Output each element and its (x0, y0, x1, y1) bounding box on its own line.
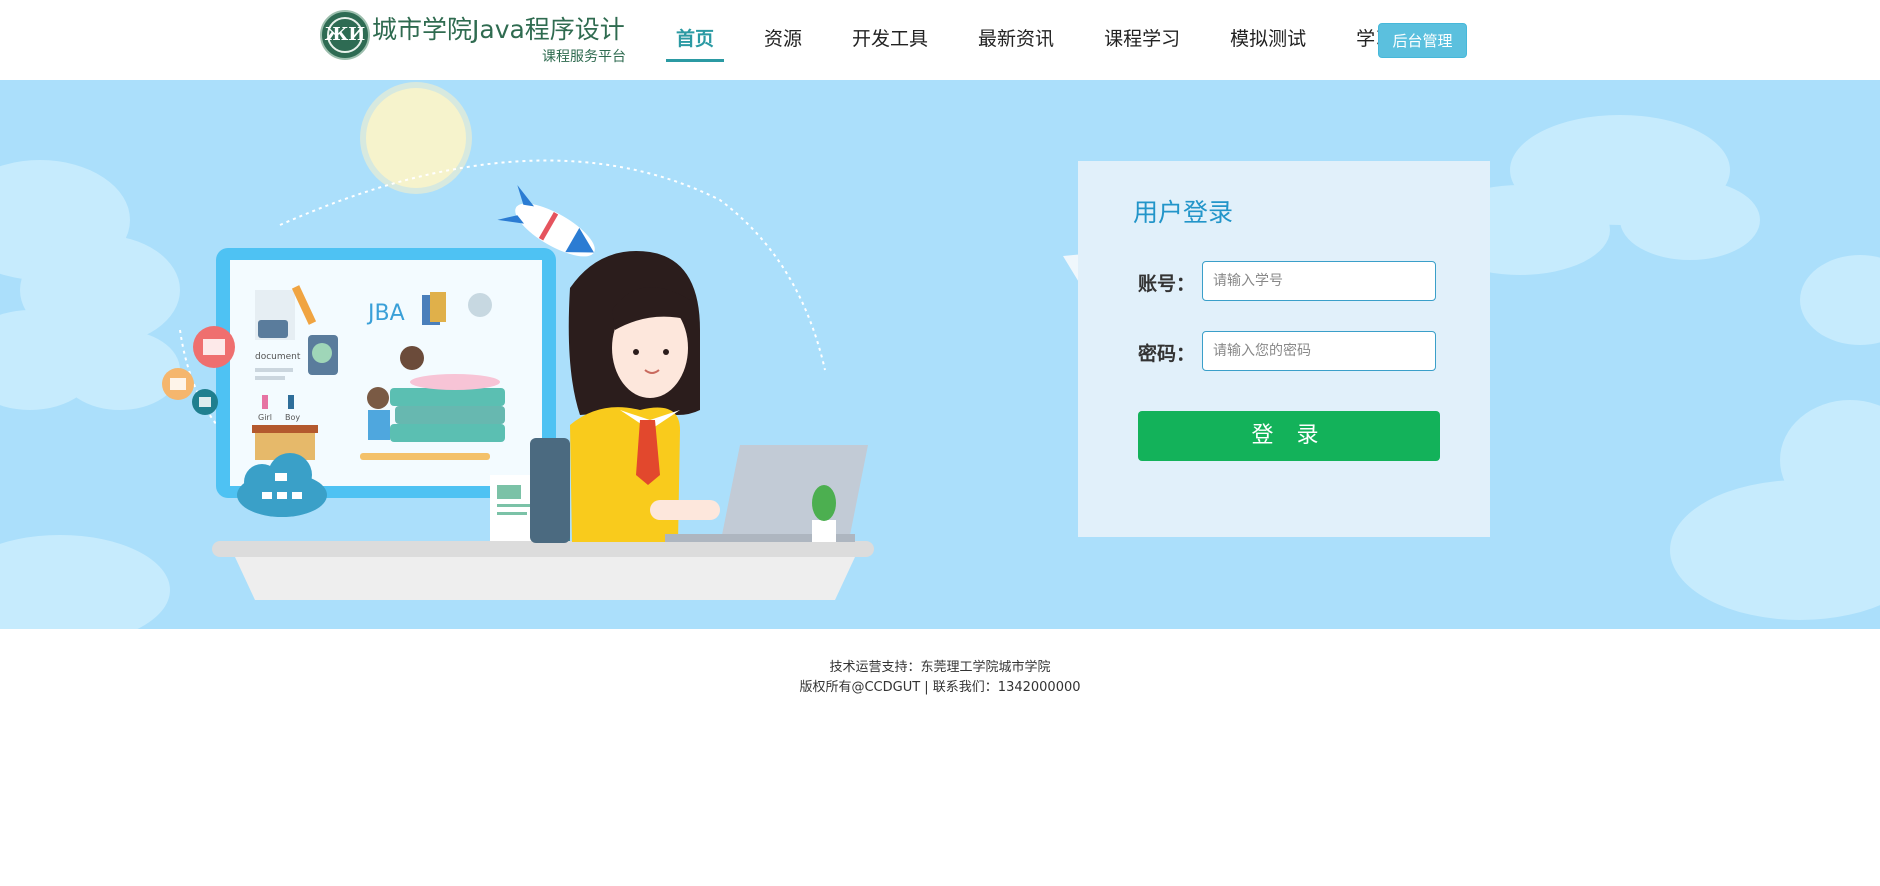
board-java-text: JBA (366, 301, 405, 326)
password-label: 密码： (1138, 343, 1196, 365)
admin-button[interactable]: 后台管理 (1378, 23, 1467, 58)
nav-news[interactable]: 最新资讯 (968, 22, 1064, 62)
account-label: 账号： (1138, 273, 1196, 295)
login-button[interactable]: 登 录 (1138, 411, 1440, 461)
site-header: ЖИ 城市学院Java程序设计 课程服务平台 首页 资源 开发工具 最新资讯 课… (0, 0, 1880, 80)
hero-banner: JBA document Girl Boy (0, 80, 1880, 629)
main-nav: 首页 资源 开发工具 最新资讯 课程学习 模拟测试 学习讨论 (666, 22, 1472, 62)
site-subtitle: 课程服务平台 (542, 49, 626, 65)
girl-label: Girl (258, 413, 272, 422)
board-book-text: document (255, 352, 301, 362)
plant-pot-icon (812, 520, 836, 542)
student-girl-illustration (568, 251, 720, 542)
site-footer: 技术运营支持：东莞理工学院城市学院 版权所有@CCDGUT | 联系我们：134… (0, 658, 1880, 698)
desk (212, 541, 874, 557)
school-seal-icon: ЖИ (320, 10, 370, 60)
nav-resources[interactable]: 资源 (754, 22, 812, 62)
laptop-icon (722, 445, 868, 535)
footer-copyright-text: 版权所有@CCDGUT | 联系我们：1342000000 (799, 680, 1081, 695)
nav-dev-tools[interactable]: 开发工具 (842, 22, 938, 62)
site-logo[interactable]: ЖИ 城市学院Java程序设计 课程服务平台 (320, 8, 630, 72)
nav-home[interactable]: 首页 (666, 22, 725, 62)
nav-mock-test[interactable]: 模拟测试 (1220, 22, 1316, 62)
sun-icon (366, 88, 466, 188)
account-input[interactable] (1202, 261, 1436, 301)
password-input[interactable] (1202, 331, 1436, 371)
site-title: 城市学院Java程序设计 (372, 15, 625, 44)
study-illustration: JBA document Girl Boy (0, 82, 1880, 629)
boy-label: Boy (285, 413, 300, 422)
login-title: 用户登录 (1133, 198, 1234, 227)
nav-course-study[interactable]: 课程学习 (1094, 22, 1190, 62)
footer-support-text: 技术运营支持：东莞理工学院城市学院 (829, 660, 1051, 675)
